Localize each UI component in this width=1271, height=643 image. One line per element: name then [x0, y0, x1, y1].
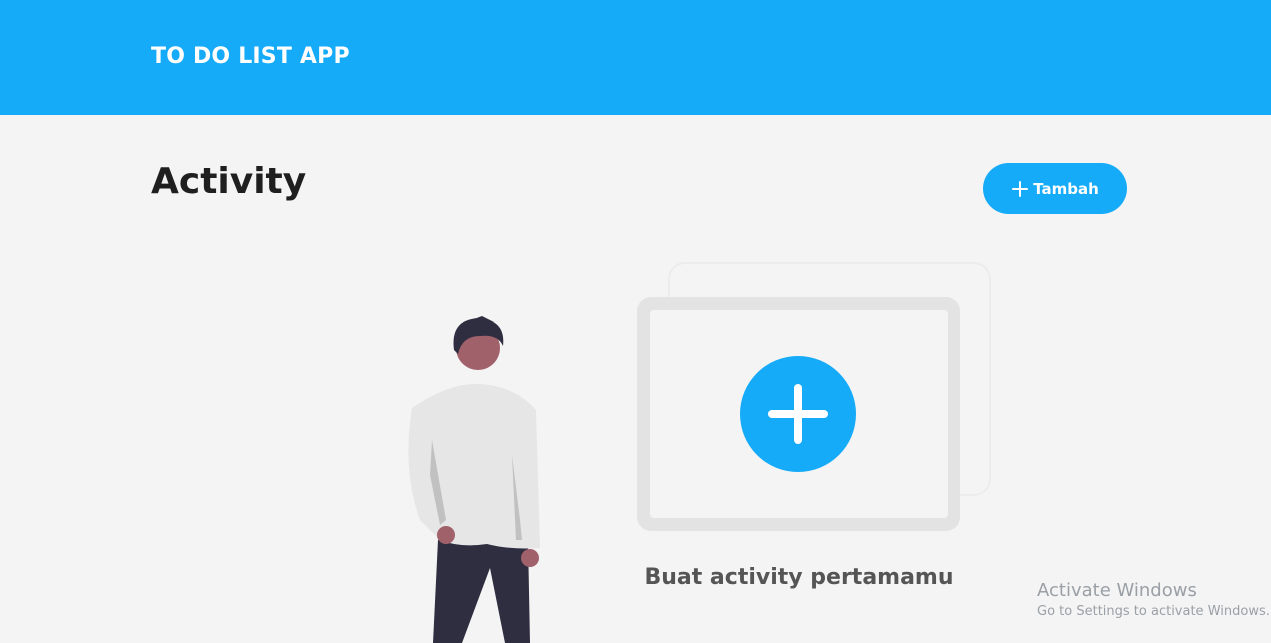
- activate-windows-watermark: Activate Windows Go to Settings to activ…: [1037, 580, 1270, 619]
- plus-circle-icon[interactable]: [740, 356, 856, 472]
- person-illustration: [408, 316, 540, 643]
- watermark-title: Activate Windows: [1037, 580, 1197, 601]
- empty-state-message: Buat activity pertamamu: [644, 565, 954, 590]
- empty-state-illustration: [408, 262, 991, 643]
- watermark-subtitle: Go to Settings to activate Windows.: [1037, 604, 1270, 619]
